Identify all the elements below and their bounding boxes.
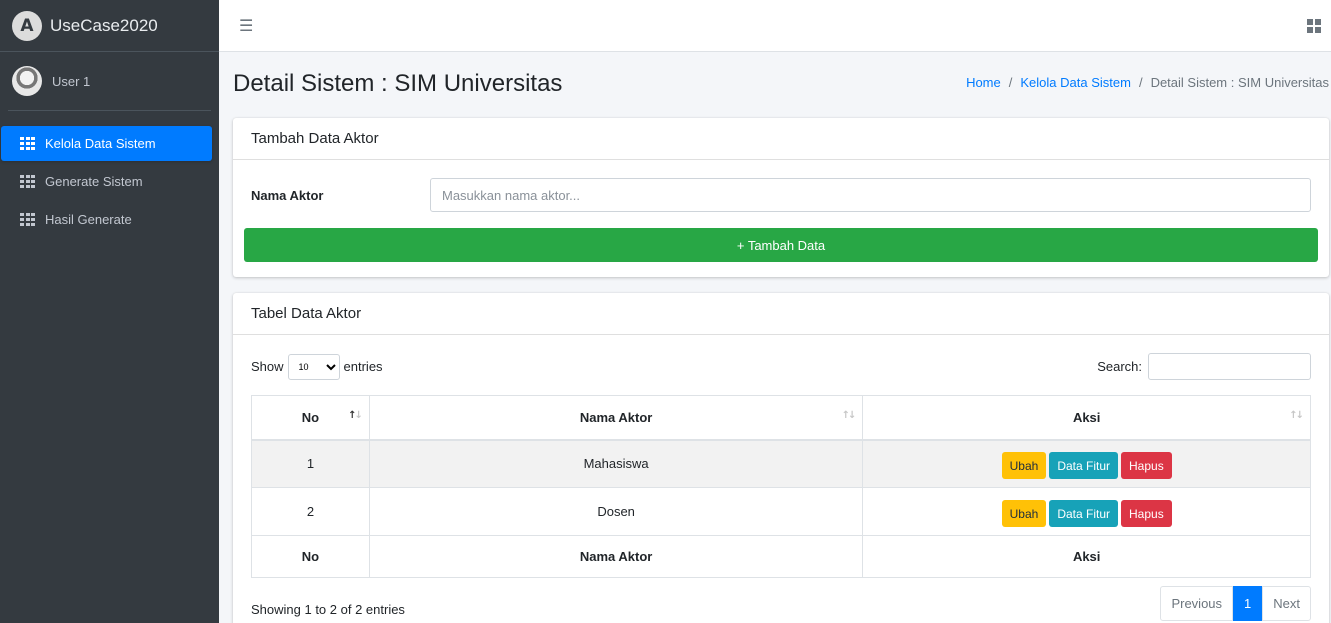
sidebar-item-kelola-data-sistem[interactable]: Kelola Data Sistem xyxy=(1,126,212,161)
table-info: Showing 1 to 2 of 2 entries xyxy=(251,602,405,617)
sidebar-item-label: Generate Sistem xyxy=(45,174,143,189)
brand-link[interactable]: A UseCase2020 xyxy=(0,0,219,52)
brand-name: UseCase2020 xyxy=(50,15,158,35)
sidebar-nav: Kelola Data Sistem Generate Sistem Hasil… xyxy=(0,111,219,237)
breadcrumb-separator: / xyxy=(1008,74,1013,90)
table-row: 1 Mahasiswa Ubah Data Fitur Hapus xyxy=(251,439,1311,488)
sort-asc-icon: ↑↓ xyxy=(348,410,363,421)
avatar xyxy=(12,66,42,96)
page-1-button[interactable]: 1 xyxy=(1233,586,1263,621)
length-prefix: Show xyxy=(251,359,284,374)
cell-no: 1 xyxy=(251,439,370,488)
column-header-aksi[interactable]: Aksi ↑↓ xyxy=(862,395,1311,441)
sidebar-item-hasil-generate[interactable]: Hasil Generate xyxy=(1,202,212,237)
sort-icon: ↑↓ xyxy=(841,410,857,421)
column-header-no[interactable]: No ↑↓ xyxy=(251,395,370,441)
pagination: Previous 1 Next xyxy=(1160,586,1311,621)
page-header: Detail Sistem : SIM Universitas Home / K… xyxy=(219,52,1331,112)
hamburger-menu-icon[interactable]: ☰ xyxy=(239,16,253,35)
breadcrumb-home[interactable]: Home xyxy=(966,75,1001,90)
sidebar-item-label: Hasil Generate xyxy=(45,212,132,227)
user-name: User 1 xyxy=(52,73,91,89)
brand-logo-icon: A xyxy=(12,10,42,41)
sidebar-item-generate-sistem[interactable]: Generate Sistem xyxy=(1,164,212,199)
breadcrumb: Home / Kelola Data Sistem / Detail Siste… xyxy=(966,75,1329,90)
next-page-button[interactable]: Next xyxy=(1262,586,1311,621)
entries-length: Show 10 entries xyxy=(251,353,383,380)
table-controls: Show 10 entries Search: xyxy=(233,335,1329,380)
cell-actions: Ubah Data Fitur Hapus xyxy=(862,439,1311,488)
breadcrumb-current: Detail Sistem : SIM Universitas xyxy=(1150,74,1329,90)
topbar: ☰ xyxy=(219,0,1331,52)
card-title: Tabel Data Aktor xyxy=(233,293,1329,335)
delete-button[interactable]: Hapus xyxy=(1121,500,1172,527)
search-label: Search: xyxy=(1097,359,1142,374)
form-row: Nama Aktor xyxy=(233,160,1329,212)
grid-icon xyxy=(20,137,35,150)
actor-table: No ↑↓ Nama Aktor ↑↓ Aksi ↑↓ 1 Mahasiswa Uba… xyxy=(251,395,1311,578)
add-data-button[interactable]: + Tambah Data xyxy=(244,228,1318,262)
sidebar: A UseCase2020 User 1 Kelola Data Sistem … xyxy=(0,0,219,623)
actor-name-label: Nama Aktor xyxy=(251,187,324,203)
cell-no: 2 xyxy=(251,487,370,536)
search-input[interactable] xyxy=(1148,353,1311,380)
previous-page-button[interactable]: Previous xyxy=(1160,586,1234,621)
column-footer-nama-aktor: Nama Aktor xyxy=(368,535,864,578)
grid-icon xyxy=(20,175,35,188)
edit-button[interactable]: Ubah xyxy=(1001,452,1047,480)
length-suffix: entries xyxy=(343,359,383,374)
main-content: Detail Sistem : SIM Universitas Home / K… xyxy=(219,52,1331,623)
card-title: Tambah Data Aktor xyxy=(233,118,1329,160)
column-footer-aksi: Aksi xyxy=(862,535,1311,578)
data-fitur-button[interactable]: Data Fitur xyxy=(1049,500,1119,527)
data-fitur-button[interactable]: Data Fitur xyxy=(1049,452,1119,480)
entries-select[interactable]: 10 xyxy=(287,353,340,380)
sidebar-item-label: Kelola Data Sistem xyxy=(45,136,156,151)
column-footer-no: No xyxy=(251,535,370,578)
cell-nama-aktor: Dosen xyxy=(368,487,864,536)
page-title: Detail Sistem : SIM Universitas xyxy=(233,70,563,97)
table-footer: Showing 1 to 2 of 2 entries Previous 1 N… xyxy=(233,578,1329,621)
add-actor-card: Tambah Data Aktor Nama Aktor + Tambah Da… xyxy=(233,118,1329,277)
actor-name-input[interactable] xyxy=(430,178,1311,212)
delete-button[interactable]: Hapus xyxy=(1121,452,1172,480)
cell-nama-aktor: Mahasiswa xyxy=(368,439,864,488)
sort-icon: ↑↓ xyxy=(1289,410,1304,421)
table-search: Search: xyxy=(1097,353,1311,380)
column-header-nama-aktor[interactable]: Nama Aktor ↑↓ xyxy=(368,395,864,441)
cell-actions: Ubah Data Fitur Hapus xyxy=(862,487,1311,536)
grid-icon xyxy=(20,213,35,226)
breadcrumb-kelola-data-sistem[interactable]: Kelola Data Sistem xyxy=(1020,75,1131,90)
actor-table-card: Tabel Data Aktor Show 10 entries Search:… xyxy=(233,293,1329,623)
apps-grid-icon[interactable] xyxy=(1307,18,1321,33)
breadcrumb-separator: / xyxy=(1138,74,1143,90)
edit-button[interactable]: Ubah xyxy=(1001,500,1047,527)
user-panel[interactable]: User 1 xyxy=(8,52,211,111)
table-row: 2 Dosen Ubah Data Fitur Hapus xyxy=(251,487,1311,536)
